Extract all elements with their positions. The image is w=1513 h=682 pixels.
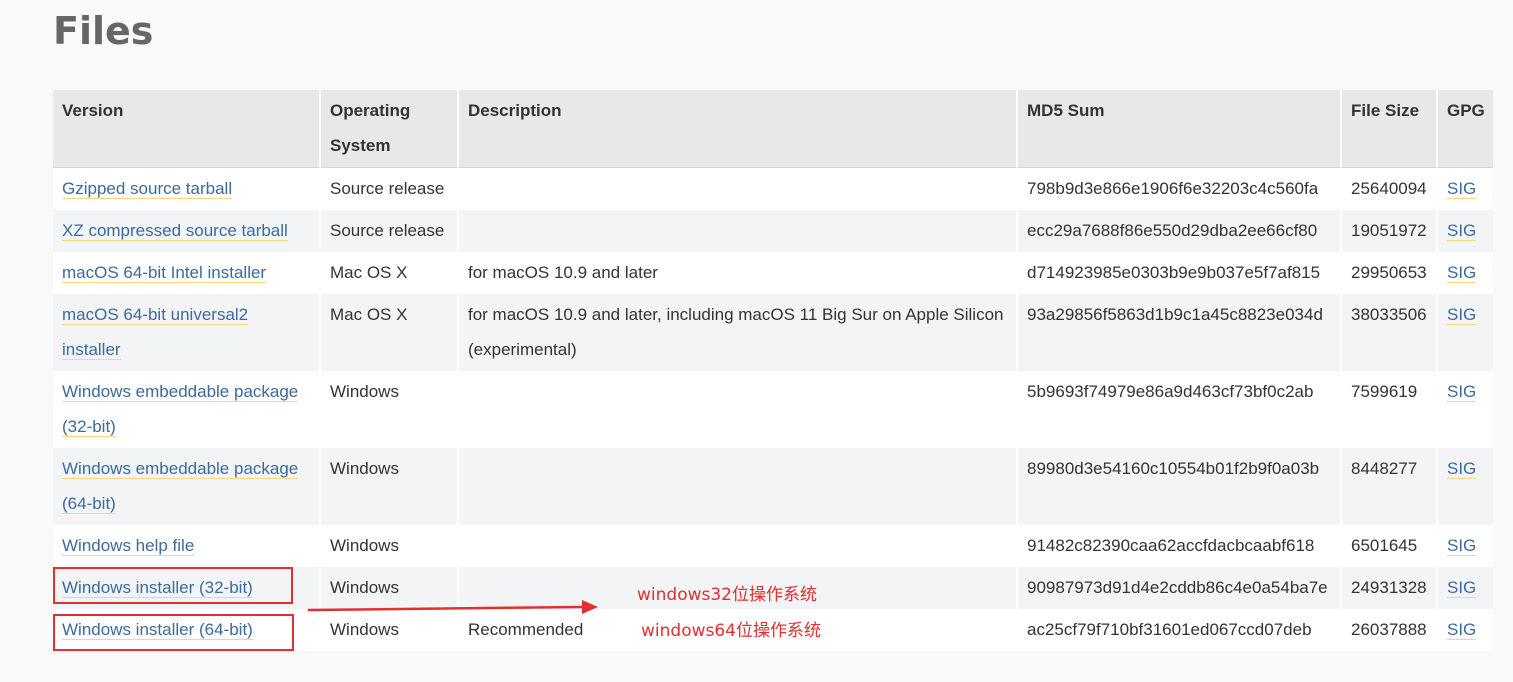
- download-link[interactable]: XZ compressed source tarball: [62, 221, 288, 241]
- version-cell: Windows help file: [53, 525, 321, 567]
- gpg-cell: SIG: [1438, 525, 1493, 567]
- column-header-gpg: GPG: [1438, 90, 1493, 168]
- gpg-cell: SIG: [1438, 371, 1493, 448]
- download-link[interactable]: Gzipped source tarball: [62, 179, 233, 199]
- md5-cell: 798b9d3e866e1906f6e32203c4c560fa: [1018, 168, 1342, 210]
- annotation-label-64bit: windows64位操作系统: [641, 621, 821, 641]
- description-cell: [459, 448, 1018, 525]
- gpg-cell: SIG: [1438, 210, 1493, 252]
- table-row: Windows embeddable package (64-bit) Wind…: [53, 448, 1493, 525]
- table-row: macOS 64-bit Intel installer Mac OS X fo…: [53, 252, 1493, 294]
- download-link[interactable]: Windows embeddable package (64-bit): [62, 459, 299, 514]
- description-cell: for macOS 10.9 and later, including macO…: [459, 294, 1018, 371]
- sig-link[interactable]: SIG: [1447, 221, 1477, 241]
- gpg-cell: SIG: [1438, 448, 1493, 525]
- md5-cell: 90987973d91d4e2cddb86c4e0a54ba7e: [1018, 567, 1342, 609]
- md5-cell: 5b9693f74979e86a9d463cf73bf0c2ab: [1018, 371, 1342, 448]
- version-cell: Windows embeddable package (32-bit): [53, 371, 321, 448]
- md5-cell: d714923985e0303b9e9b037e5f7af815: [1018, 252, 1342, 294]
- os-cell: Source release: [321, 168, 459, 210]
- file-size-cell: 7599619: [1342, 371, 1438, 448]
- annotation-label-32bit: windows32位操作系统: [637, 585, 817, 605]
- sig-link[interactable]: SIG: [1447, 305, 1477, 325]
- os-cell: Source release: [321, 210, 459, 252]
- arrow-head: [582, 600, 598, 614]
- download-link[interactable]: Windows installer (32-bit): [62, 578, 253, 598]
- sig-link[interactable]: SIG: [1447, 179, 1477, 199]
- sig-link[interactable]: SIG: [1447, 263, 1477, 283]
- version-cell: Windows installer (32-bit): [53, 567, 321, 609]
- md5-cell: ac25cf79f710bf31601ed067ccd07deb: [1018, 609, 1342, 651]
- column-header-os: Operating System: [321, 90, 459, 168]
- table-header-row: Version Operating System Description MD5…: [53, 90, 1493, 168]
- arrow-shaft: [307, 605, 583, 612]
- description-cell: for macOS 10.9 and later: [459, 252, 1018, 294]
- table-row: Windows embeddable package (32-bit) Wind…: [53, 371, 1493, 448]
- md5-cell: 89980d3e54160c10554b01f2b9f0a03b: [1018, 448, 1342, 525]
- table-row: macOS 64-bit universal2 installer Mac OS…: [53, 294, 1493, 371]
- page-title: Files: [53, 9, 154, 53]
- sig-link[interactable]: SIG: [1447, 459, 1477, 479]
- gpg-cell: SIG: [1438, 567, 1493, 609]
- download-link[interactable]: macOS 64-bit Intel installer: [62, 263, 267, 283]
- sig-link[interactable]: SIG: [1447, 382, 1477, 402]
- gpg-cell: SIG: [1438, 609, 1493, 651]
- table-row: Gzipped source tarball Source release 79…: [53, 168, 1493, 210]
- download-link[interactable]: Windows embeddable package (32-bit): [62, 382, 299, 437]
- column-header-file-size: File Size: [1342, 90, 1438, 168]
- file-size-cell: 19051972: [1342, 210, 1438, 252]
- version-cell: XZ compressed source tarball: [53, 210, 321, 252]
- sig-link[interactable]: SIG: [1447, 536, 1477, 556]
- version-cell: macOS 64-bit universal2 installer: [53, 294, 321, 371]
- file-size-cell: 26037888: [1342, 609, 1438, 651]
- files-table: Version Operating System Description MD5…: [53, 90, 1493, 651]
- file-size-cell: 6501645: [1342, 525, 1438, 567]
- md5-cell: ecc29a7688f86e550d29dba2ee66cf80: [1018, 210, 1342, 252]
- description-cell: [459, 168, 1018, 210]
- description-cell: [459, 525, 1018, 567]
- md5-cell: 93a29856f5863d1b9c1a45c8823e034d: [1018, 294, 1342, 371]
- os-cell: Windows: [321, 448, 459, 525]
- description-cell: [459, 371, 1018, 448]
- sig-link[interactable]: SIG: [1447, 578, 1477, 598]
- column-header-version: Version: [53, 90, 321, 168]
- gpg-cell: SIG: [1438, 294, 1493, 371]
- red-arrow-annotation: [307, 600, 598, 614]
- column-header-description: Description: [459, 90, 1018, 168]
- description-cell: [459, 210, 1018, 252]
- gpg-cell: SIG: [1438, 252, 1493, 294]
- sig-link[interactable]: SIG: [1447, 620, 1477, 640]
- file-size-cell: 29950653: [1342, 252, 1438, 294]
- version-cell: Gzipped source tarball: [53, 168, 321, 210]
- os-cell: Windows: [321, 525, 459, 567]
- version-cell: Windows embeddable package (64-bit): [53, 448, 321, 525]
- column-header-md5: MD5 Sum: [1018, 90, 1342, 168]
- table-row: XZ compressed source tarball Source rele…: [53, 210, 1493, 252]
- version-cell: Windows installer (64-bit): [53, 609, 321, 651]
- download-link[interactable]: Windows installer (64-bit): [62, 620, 253, 640]
- file-size-cell: 24931328: [1342, 567, 1438, 609]
- file-size-cell: 25640094: [1342, 168, 1438, 210]
- download-link[interactable]: Windows help file: [62, 536, 195, 556]
- os-cell: Mac OS X: [321, 252, 459, 294]
- file-size-cell: 8448277: [1342, 448, 1438, 525]
- md5-cell: 91482c82390caa62accfdacbcaabf618: [1018, 525, 1342, 567]
- version-cell: macOS 64-bit Intel installer: [53, 252, 321, 294]
- download-link[interactable]: macOS 64-bit universal2 installer: [62, 305, 249, 360]
- os-cell: Windows: [321, 371, 459, 448]
- file-size-cell: 38033506: [1342, 294, 1438, 371]
- gpg-cell: SIG: [1438, 168, 1493, 210]
- os-cell: Mac OS X: [321, 294, 459, 371]
- table-row: Windows help file Windows 91482c82390caa…: [53, 525, 1493, 567]
